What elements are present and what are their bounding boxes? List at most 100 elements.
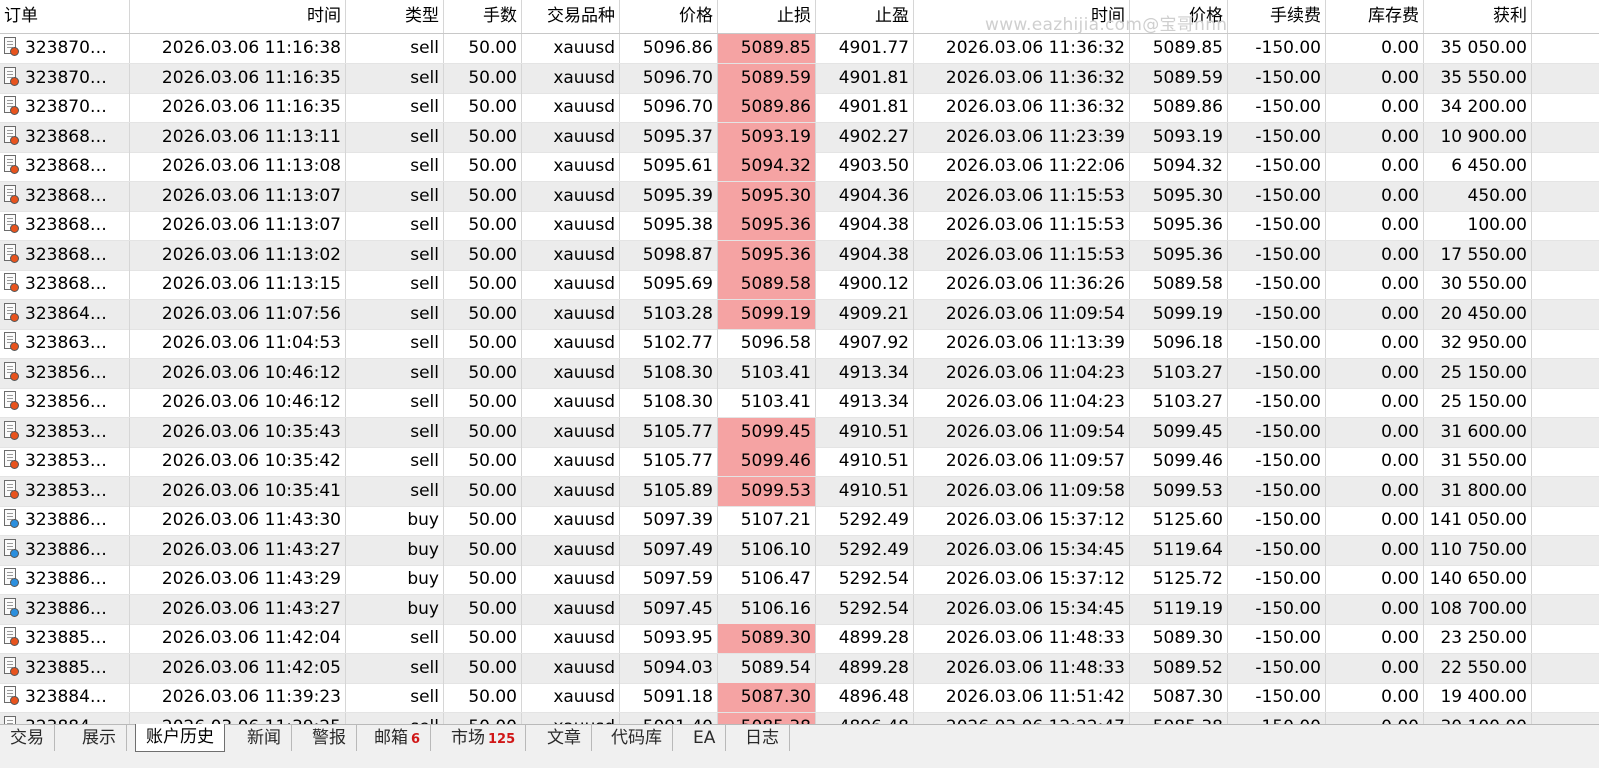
- tab-4[interactable]: 新闻: [237, 725, 292, 751]
- table-row[interactable]: 323853… 2026.03.06 10:35:43 sell 50.00 xauus…: [0, 417, 1599, 448]
- cell-take-profit: 4899.28: [816, 653, 914, 683]
- bottom-tab-bar: 交易 展示 账户历史 新闻 警报 邮箱 6 市场 125 文章 代码库 EA 日志: [0, 724, 1599, 768]
- cell-close-time: 2026.03.06 11:15:53: [914, 181, 1130, 211]
- cell-type: sell: [346, 240, 444, 270]
- table-row[interactable]: 323886… 2026.03.06 11:43:29 buy 50.00 xauusd…: [0, 565, 1599, 595]
- table-row[interactable]: 323868… 2026.03.06 11:13:11 sell 50.00 xauus…: [0, 122, 1599, 153]
- cell-take-profit: 4904.38: [816, 211, 914, 240]
- account-history-table[interactable]: 订单 时间 类型 手数 交易品种 价格 止损 止盈 时间 价格 手续费 库存费 获利 323870… 20…: [0, 0, 1599, 728]
- table-row[interactable]: 323868… 2026.03.06 11:13:15 sell 50.00 xauus…: [0, 270, 1599, 300]
- table-row[interactable]: 323868… 2026.03.06 11:13:07 sell 50.00 xauus…: [0, 181, 1599, 212]
- table-row[interactable]: 323885… 2026.03.06 11:42:04 sell 50.00 xauus…: [0, 624, 1599, 654]
- tab-6[interactable]: 邮箱 6: [364, 725, 432, 751]
- tab-label: 日志: [745, 728, 779, 748]
- tab-11[interactable]: 日志: [735, 725, 790, 751]
- cell-stop-loss: 5089.59: [718, 63, 816, 93]
- tab-1[interactable]: 交易: [0, 725, 55, 751]
- cell-close-time: 2026.03.06 11:23:39: [914, 122, 1130, 152]
- cell-symbol: xauusd: [522, 447, 620, 476]
- column-header-close-time[interactable]: 时间: [914, 0, 1130, 33]
- tab-9[interactable]: 代码库: [601, 725, 673, 751]
- cell-profit: 141 050.00: [1424, 506, 1532, 535]
- cell-profit: 17 550.00: [1424, 240, 1532, 270]
- column-header-order[interactable]: 订单: [0, 0, 130, 33]
- cell-type: sell: [346, 624, 444, 653]
- table-row[interactable]: 323885… 2026.03.06 11:42:05 sell 50.00 xauus…: [0, 653, 1599, 684]
- column-header-swap[interactable]: 库存费: [1326, 0, 1424, 33]
- column-header-symbol[interactable]: 交易品种: [522, 0, 620, 33]
- table-row[interactable]: 323886… 2026.03.06 11:43:27 buy 50.00 xauusd…: [0, 535, 1599, 566]
- cell-swap: 0.00: [1326, 624, 1424, 653]
- cell-commission: -150.00: [1228, 93, 1326, 122]
- cell-commission: -150.00: [1228, 181, 1326, 211]
- cell-close-price: 5099.19: [1130, 299, 1228, 329]
- column-header-close-price[interactable]: 价格: [1130, 0, 1228, 33]
- column-header-stop-loss[interactable]: 止损: [718, 0, 816, 33]
- table-row[interactable]: 323864… 2026.03.06 11:07:56 sell 50.00 xauus…: [0, 299, 1599, 330]
- table-row[interactable]: 323884… 2026.03.06 11:39:23 sell 50.00 xauus…: [0, 683, 1599, 713]
- table-row[interactable]: 323853… 2026.03.06 10:35:42 sell 50.00 xauus…: [0, 447, 1599, 477]
- cell-type: sell: [346, 34, 444, 63]
- cell-swap: 0.00: [1326, 476, 1424, 506]
- cell-open-price: 5105.77: [620, 447, 718, 476]
- cell-close-time: 2026.03.06 11:09:54: [914, 417, 1130, 447]
- table-row[interactable]: 323856… 2026.03.06 10:46:12 sell 50.00 xauus…: [0, 358, 1599, 389]
- cell-lots: 50.00: [444, 211, 522, 240]
- cell-swap: 0.00: [1326, 565, 1424, 594]
- cell-profit: 34 200.00: [1424, 93, 1532, 122]
- cell-commission: -150.00: [1228, 329, 1326, 358]
- tab-7[interactable]: 市场 125: [441, 725, 527, 751]
- column-header-take-profit[interactable]: 止盈: [816, 0, 914, 33]
- cell-symbol: xauusd: [522, 683, 620, 712]
- table-row[interactable]: 323856… 2026.03.06 10:46:12 sell 50.00 xauus…: [0, 388, 1599, 418]
- tab-5[interactable]: 警报: [302, 725, 357, 751]
- column-header-lots[interactable]: 手数: [444, 0, 522, 33]
- table-row[interactable]: 323886… 2026.03.06 11:43:27 buy 50.00 xauusd…: [0, 594, 1599, 625]
- cell-type: sell: [346, 270, 444, 299]
- table-row[interactable]: 323870… 2026.03.06 11:16:35 sell 50.00 xauus…: [0, 63, 1599, 94]
- cell-swap: 0.00: [1326, 506, 1424, 535]
- cell-commission: -150.00: [1228, 388, 1326, 417]
- tab-10[interactable]: EA: [683, 725, 727, 751]
- cell-lots: 50.00: [444, 565, 522, 594]
- table-row[interactable]: 323868… 2026.03.06 11:13:08 sell 50.00 xauus…: [0, 152, 1599, 182]
- column-header-type[interactable]: 类型: [346, 0, 444, 33]
- cell-commission: -150.00: [1228, 240, 1326, 270]
- tab-3[interactable]: 账户历史: [135, 724, 225, 752]
- cell-profit: 100.00: [1424, 211, 1532, 240]
- cell-swap: 0.00: [1326, 594, 1424, 624]
- cell-profit: 450.00: [1424, 181, 1532, 211]
- cell-profit: 31 550.00: [1424, 447, 1532, 476]
- tab-8[interactable]: 文章: [537, 725, 592, 751]
- cell-symbol: xauusd: [522, 122, 620, 152]
- table-row[interactable]: 323870… 2026.03.06 11:16:38 sell 50.00 xauus…: [0, 34, 1599, 64]
- table-row[interactable]: 323886… 2026.03.06 11:43:30 buy 50.00 xauusd…: [0, 506, 1599, 536]
- cell-close-time: 2026.03.06 11:22:06: [914, 152, 1130, 181]
- cell-lots: 50.00: [444, 181, 522, 211]
- cell-profit: 31 800.00: [1424, 476, 1532, 506]
- order-number: 323885…: [25, 628, 107, 648]
- table-row[interactable]: 323870… 2026.03.06 11:16:35 sell 50.00 xauus…: [0, 93, 1599, 123]
- cell-commission: -150.00: [1228, 476, 1326, 506]
- table-row[interactable]: 323863… 2026.03.06 11:04:53 sell 50.00 xauus…: [0, 329, 1599, 359]
- cell-close-time: 2026.03.06 11:15:53: [914, 240, 1130, 270]
- cell-lots: 50.00: [444, 417, 522, 447]
- column-header-open-price[interactable]: 价格: [620, 0, 718, 33]
- cell-order: 323885…: [0, 653, 130, 683]
- cell-open-time: 2026.03.06 11:13:11: [130, 122, 346, 152]
- table-row[interactable]: 323853… 2026.03.06 10:35:41 sell 50.00 xauus…: [0, 476, 1599, 507]
- tab-2[interactable]: 展示: [72, 725, 127, 751]
- cell-open-price: 5105.77: [620, 417, 718, 447]
- table-row[interactable]: 323868… 2026.03.06 11:13:07 sell 50.00 xauus…: [0, 211, 1599, 241]
- cell-close-price: 5093.19: [1130, 122, 1228, 152]
- column-header-profit[interactable]: 获利: [1424, 0, 1532, 33]
- cell-profit: 35 050.00: [1424, 34, 1532, 63]
- cell-type: sell: [346, 63, 444, 93]
- cell-open-time: 2026.03.06 11:42:04: [130, 624, 346, 653]
- sell-order-icon: [4, 243, 19, 263]
- column-header-commission[interactable]: 手续费: [1228, 0, 1326, 33]
- column-header-open-time[interactable]: 时间: [130, 0, 346, 33]
- table-row[interactable]: 323868… 2026.03.06 11:13:02 sell 50.00 xauus…: [0, 240, 1599, 271]
- cell-profit: 25 150.00: [1424, 388, 1532, 417]
- cell-open-time: 2026.03.06 11:43:27: [130, 594, 346, 624]
